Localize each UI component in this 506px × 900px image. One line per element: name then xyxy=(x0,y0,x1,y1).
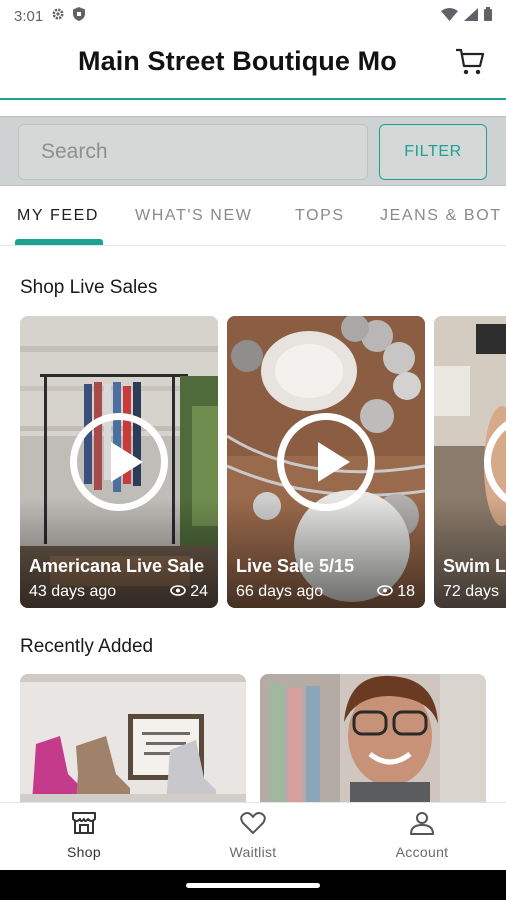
wifi-icon xyxy=(441,7,458,25)
product-thumbnail xyxy=(260,674,486,802)
live-sale-card[interactable]: Swim L 72 days xyxy=(434,316,506,608)
search-bar: FILTER xyxy=(0,116,506,186)
shop-icon xyxy=(71,811,97,840)
nav-waitlist[interactable]: Waitlist xyxy=(193,811,313,860)
home-gesture-handle[interactable] xyxy=(186,883,320,888)
cart-button[interactable] xyxy=(454,48,486,80)
product-card[interactable] xyxy=(20,674,246,802)
bottom-navigation: Shop Waitlist Account xyxy=(0,802,506,870)
product-thumbnail xyxy=(20,674,246,802)
eye-icon xyxy=(170,583,187,601)
battery-icon xyxy=(484,7,492,25)
play-icon[interactable] xyxy=(70,413,168,511)
view-count: 18 xyxy=(397,583,415,600)
nav-account[interactable]: Account xyxy=(362,811,482,860)
settings-gear-icon xyxy=(51,7,65,25)
status-time: 3:01 xyxy=(14,7,44,25)
tab-tops[interactable]: TOPS xyxy=(295,207,345,225)
cart-icon xyxy=(455,48,485,81)
signal-icon xyxy=(464,7,478,25)
app-title: Main Street Boutique Mo xyxy=(78,46,397,76)
tab-whats-new[interactable]: WHAT'S NEW xyxy=(135,207,252,225)
filter-button[interactable]: FILTER xyxy=(379,124,487,180)
nav-waitlist-label: Waitlist xyxy=(229,844,277,860)
live-sales-heading: Shop Live Sales xyxy=(20,277,158,298)
live-sale-age: 66 days ago xyxy=(236,583,324,600)
live-sale-title: Live Sale 5/15 xyxy=(236,556,355,576)
view-count: 24 xyxy=(190,583,208,600)
live-sale-age: 72 days xyxy=(443,583,500,600)
live-sale-card[interactable]: Americana Live Sale 43 days ago 24 xyxy=(20,316,218,608)
category-tabs: MY FEED WHAT'S NEW TOPS JEANS & BOT xyxy=(0,186,506,246)
shield-icon xyxy=(73,7,86,25)
heart-icon xyxy=(240,811,266,840)
system-gesture-bar xyxy=(0,870,506,900)
tab-jeans-bottoms[interactable]: JEANS & BOT xyxy=(380,207,502,225)
active-tab-indicator xyxy=(15,239,103,245)
play-icon[interactable] xyxy=(277,413,375,511)
live-sale-title: Americana Live Sale xyxy=(29,556,205,576)
nav-shop-label: Shop xyxy=(67,844,101,860)
status-bar: 3:01 xyxy=(0,0,506,32)
header-divider xyxy=(0,98,506,100)
search-input[interactable] xyxy=(18,124,368,180)
nav-account-label: Account xyxy=(395,844,449,860)
person-icon xyxy=(409,811,435,840)
nav-shop[interactable]: Shop xyxy=(24,811,144,860)
tab-my-feed[interactable]: MY FEED xyxy=(17,207,99,225)
product-card[interactable] xyxy=(260,674,486,802)
app-header: Main Street Boutique Mo xyxy=(0,32,506,98)
live-sale-card[interactable]: Live Sale 5/15 66 days ago 18 xyxy=(227,316,425,608)
recently-added-heading: Recently Added xyxy=(20,636,154,657)
eye-icon xyxy=(377,583,394,601)
live-sale-title: Swim L xyxy=(443,556,506,576)
live-sale-age: 43 days ago xyxy=(29,583,117,600)
